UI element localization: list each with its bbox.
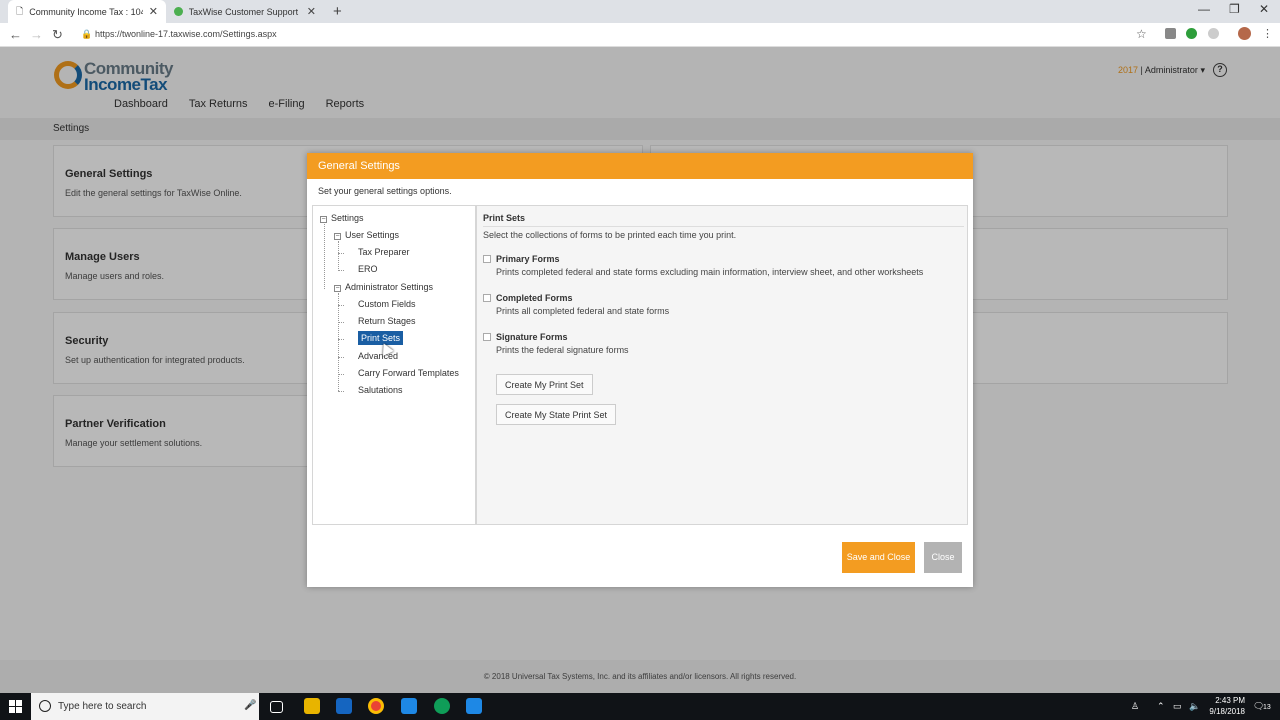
- collapse-icon[interactable]: −: [334, 285, 341, 292]
- tab-close-icon[interactable]: ✕: [307, 5, 316, 18]
- window-close-button[interactable]: ✕: [1259, 2, 1269, 16]
- volume-icon[interactable]: 🔈: [1189, 701, 1200, 712]
- tree-item-user-settings[interactable]: User Settings: [345, 230, 399, 240]
- close-button[interactable]: Close: [924, 542, 962, 573]
- cortana-icon: [39, 700, 51, 712]
- restore-button[interactable]: ❐: [1229, 2, 1240, 16]
- tree-line: [338, 293, 339, 391]
- back-icon[interactable]: ←: [9, 27, 22, 42]
- create-my-state-print-set-button[interactable]: Create My State Print Set: [496, 404, 617, 425]
- lock-icon: 🔒: [81, 29, 93, 39]
- tree-item-ero[interactable]: ERO: [358, 264, 378, 274]
- option-label: Signature Forms: [496, 332, 568, 342]
- dialog-title: General Settings: [307, 153, 973, 179]
- tree-line: [338, 391, 344, 392]
- file-explorer-icon[interactable]: [304, 698, 320, 714]
- print-sets-panel: Print Sets Select the collections of for…: [476, 205, 968, 525]
- menu-icon[interactable]: ⋮: [1262, 27, 1273, 40]
- option-label: Primary Forms: [496, 254, 560, 264]
- tree-item-advanced[interactable]: Advanced: [358, 351, 398, 361]
- address-bar: ← → ↻ 🔒 https://twonline-17.taxwise.com/…: [0, 23, 1280, 47]
- tree-item-administrator-settings[interactable]: Administrator Settings: [345, 282, 433, 292]
- completed-forms-checkbox[interactable]: [483, 294, 491, 302]
- people-icon[interactable]: ♙: [1131, 701, 1139, 712]
- browser-tab[interactable]: TaxWise Customer Support Site ✕: [166, 0, 324, 23]
- option-label: Completed Forms: [496, 293, 573, 303]
- profile-avatar[interactable]: [1238, 27, 1251, 40]
- network-icon[interactable]: ▭: [1173, 701, 1182, 712]
- clock-date: 9/18/2018: [1209, 707, 1245, 716]
- signature-forms-checkbox[interactable]: [483, 333, 491, 341]
- page-icon: 🗋: [16, 5, 24, 16]
- tree-line: [338, 339, 344, 340]
- tray-chevron-icon[interactable]: ⌃: [1157, 701, 1165, 712]
- tree-line: [338, 322, 344, 323]
- windows-start-icon[interactable]: [9, 700, 22, 713]
- url-field[interactable]: https://twonline-17.taxwise.com/Settings…: [95, 29, 277, 39]
- outlook-icon[interactable]: [336, 698, 352, 714]
- tree-line: [338, 305, 344, 306]
- extension-icon[interactable]: [1165, 28, 1176, 39]
- search-placeholder: Type here to search: [58, 701, 147, 712]
- tree-line: [338, 357, 344, 358]
- option-desc: Prints the federal signature forms: [496, 345, 629, 355]
- taskbar-search[interactable]: Type here to search 🎤: [31, 693, 259, 720]
- tab-title: TaxWise Customer Support Site: [188, 6, 301, 17]
- tree-item-custom-fields[interactable]: Custom Fields: [358, 299, 416, 309]
- settings-tree: − Settings − User Settings Tax Preparer …: [312, 205, 476, 525]
- task-view-icon[interactable]: [270, 701, 283, 713]
- collapse-icon[interactable]: −: [320, 216, 327, 223]
- tree-line: [338, 253, 344, 254]
- clock[interactable]: 2:43 PM 9/18/2018: [1201, 695, 1245, 717]
- extension-icon[interactable]: [1186, 28, 1197, 39]
- bookmark-star-icon[interactable]: ☆: [1136, 27, 1147, 41]
- tree-line: [338, 374, 344, 375]
- minimize-button[interactable]: —: [1198, 2, 1210, 16]
- panel-description: Select the collections of forms to be pr…: [483, 230, 737, 240]
- browser-tabbar: 🗋 Community Income Tax : 1040 In ✕ TaxWi…: [0, 0, 1280, 23]
- chrome-icon[interactable]: [368, 698, 384, 714]
- divider: [483, 226, 964, 227]
- tree-line: [338, 270, 344, 271]
- forward-icon[interactable]: →: [30, 27, 43, 42]
- general-settings-dialog: General Settings Set your general settin…: [307, 153, 973, 587]
- reload-icon[interactable]: ↻: [52, 27, 63, 43]
- tree-item-salutations[interactable]: Salutations: [358, 385, 403, 395]
- clock-time: 2:43 PM: [1215, 696, 1245, 705]
- option-desc: Prints all completed federal and state f…: [496, 306, 670, 316]
- option-desc: Prints completed federal and state forms…: [496, 267, 924, 277]
- tree-item-carry-forward-templates[interactable]: Carry Forward Templates: [358, 368, 459, 378]
- tab-title: Community Income Tax : 1040 In: [29, 6, 143, 17]
- windows-taskbar: Type here to search 🎤 ♙ ⌃ ▭ 🔈 2:43 PM 9/…: [0, 693, 1280, 720]
- tree-item-settings[interactable]: Settings: [331, 213, 364, 223]
- tree-line: [338, 241, 339, 269]
- notification-count: 13: [1263, 704, 1271, 711]
- microphone-icon[interactable]: 🎤: [244, 700, 256, 711]
- browser-tab-active[interactable]: 🗋 Community Income Tax : 1040 In ✕: [8, 0, 166, 23]
- tree-item-return-stages[interactable]: Return Stages: [358, 316, 416, 326]
- save-and-close-button[interactable]: Save and Close: [842, 542, 915, 573]
- primary-forms-checkbox[interactable]: [483, 255, 491, 263]
- tab-close-icon[interactable]: ✕: [149, 5, 158, 18]
- collapse-icon[interactable]: −: [334, 233, 341, 240]
- favicon-icon: [174, 7, 183, 16]
- panel-title: Print Sets: [483, 213, 526, 223]
- tree-line: [324, 224, 325, 289]
- app-icon[interactable]: [466, 698, 482, 714]
- hangouts-icon[interactable]: [434, 698, 450, 714]
- new-tab-button[interactable]: +: [333, 3, 342, 20]
- extension-icon[interactable]: [1208, 28, 1219, 39]
- app-icon[interactable]: [401, 698, 417, 714]
- create-my-print-set-button[interactable]: Create My Print Set: [496, 374, 593, 395]
- tree-item-print-sets[interactable]: Print Sets: [358, 331, 404, 345]
- tree-item-tax-preparer[interactable]: Tax Preparer: [358, 247, 410, 257]
- dialog-subtitle: Set your general settings options.: [318, 186, 452, 196]
